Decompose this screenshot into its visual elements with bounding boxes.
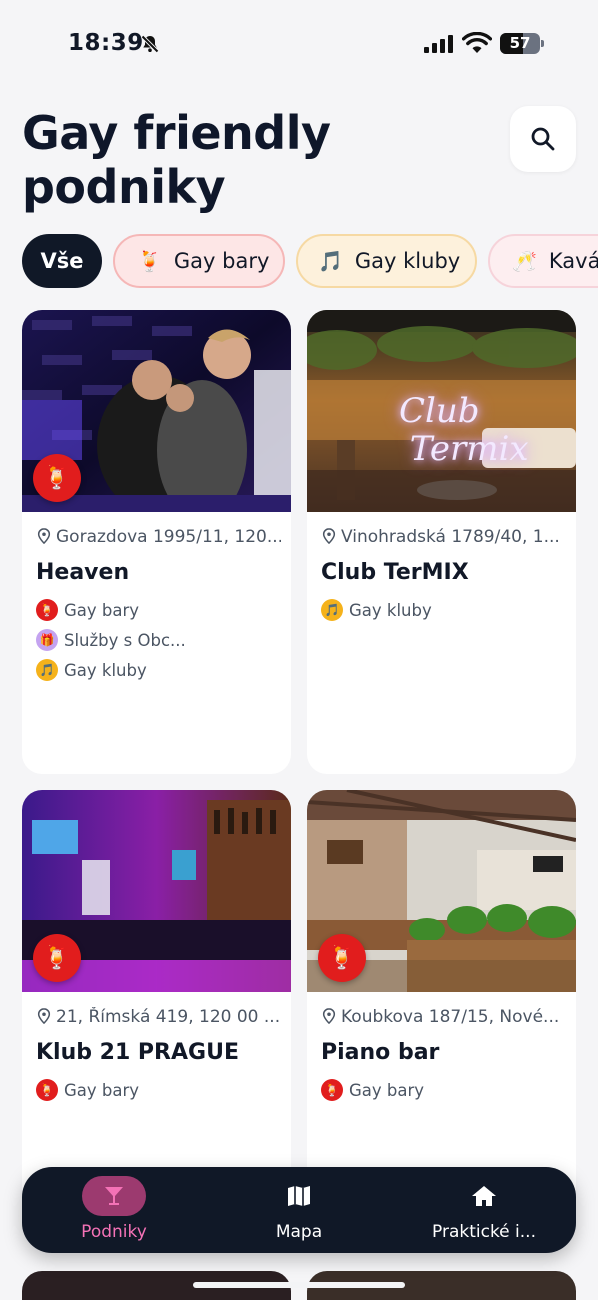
home-icon [472,1186,496,1206]
filter-chip-all[interactable]: Vše [22,234,102,288]
location-pin-icon [322,528,336,544]
cocktail-badge-icon: 🍹 [33,454,81,502]
cocktail-icon: 🍹 [321,1079,343,1101]
venue-tag: 🎁 Služby s Obc... [36,629,186,651]
music-note-icon: 🎵 [321,599,343,621]
gift-icon: 🎁 [36,629,58,651]
page-title: Gay friendly podniky [22,106,331,214]
map-icon [288,1186,310,1206]
venue-address: Koubkova 187/15, Nové... [321,1007,566,1027]
venue-name: Klub 21 PRAGUE [36,1040,239,1065]
filter-chip-gay-bary[interactable]: 🍹 Gay bary [113,234,285,288]
venue-address: Gorazdova 1995/11, 120... [36,527,281,547]
nav-tab-mapa[interactable]: Mapa [250,1167,348,1253]
home-indicator[interactable] [193,1282,405,1288]
venue-tag: 🍹 Gay bary [321,1079,424,1101]
location-pin-icon [322,1008,336,1024]
status-time: 18:39 [68,30,144,56]
bottom-navigation: Podniky Mapa Praktické i... [22,1167,576,1253]
club-termix-neon-sign: Club Termix [399,391,529,469]
cocktail-icon: 🍹 [36,1079,58,1101]
venue-name: Club TerMIX [321,560,469,585]
filter-chips: Vše 🍹 Gay bary 🎵 Gay kluby 🥂 Kavárny [0,232,598,290]
venue-tag: 🍹 Gay bary [36,599,139,621]
cocktail-icon: 🍹 [36,599,58,621]
bell-off-icon [141,35,159,53]
venue-card-klub-21-prague[interactable]: 🍹 21, Římská 419, 120 00 ... Klub 21 PRA… [22,790,291,1210]
venue-name: Heaven [36,560,130,585]
wifi-icon [462,32,492,53]
battery-indicator: 57 [500,33,544,54]
venue-tag: 🎵 Gay kluby [36,659,147,681]
cocktail-icon: 🍹 [137,249,162,273]
nav-tab-prakticke-info[interactable]: Praktické i... [424,1167,544,1253]
music-note-icon: 🎵 [36,659,58,681]
cocktail-badge-icon: 🍹 [33,934,81,982]
filter-chip-gay-kluby[interactable]: 🎵 Gay kluby [296,234,477,288]
nav-tab-podniky[interactable]: Podniky [62,1167,166,1253]
venue-card-club-termix[interactable]: Club Termix Vinohradská 1789/40, 1... Cl… [307,310,576,774]
status-bar: 18:39 57 [0,0,598,88]
cellular-signal-icon [424,35,453,53]
venue-address: Vinohradská 1789/40, 1... [321,527,566,547]
filter-chip-kavarny[interactable]: 🥂 Kavárny [488,234,598,288]
venue-tag: 🎵 Gay kluby [321,599,432,621]
venue-card-piano-bar[interactable]: 🍹 Koubkova 187/15, Nové... Piano bar 🍹 Ga… [307,790,576,1210]
venue-name: Piano bar [321,1040,440,1065]
search-icon [531,127,555,151]
champagne-icon: 🥂 [512,249,537,273]
cocktail-glass-icon [105,1187,123,1205]
search-button[interactable] [510,106,576,172]
music-note-icon: 🎵 [318,249,343,273]
venue-card-heaven[interactable]: 🍹 Gorazdova 1995/11, 120... Heaven 🍹 Gay … [22,310,291,774]
location-pin-icon [37,528,51,544]
location-pin-icon [37,1008,51,1024]
venue-address: 21, Římská 419, 120 00 ... [36,1007,281,1027]
venue-tag: 🍹 Gay bary [36,1079,139,1101]
cocktail-badge-icon: 🍹 [318,934,366,982]
